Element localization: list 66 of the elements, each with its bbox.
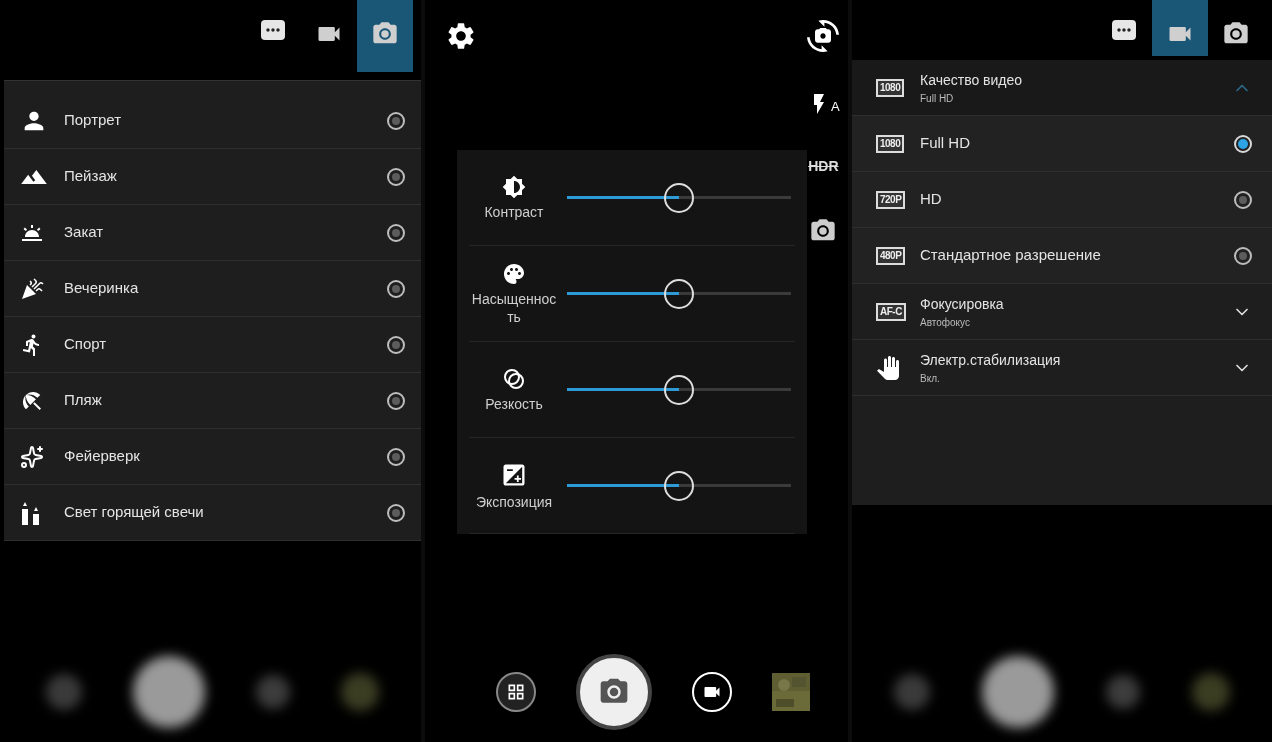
scene-label: Закат xyxy=(64,222,105,243)
radio-button[interactable] xyxy=(1234,246,1252,265)
slider-thumb[interactable] xyxy=(664,470,694,501)
blurred-control xyxy=(256,675,291,709)
resolution-badge: 1080 xyxy=(876,134,905,153)
radio-button[interactable] xyxy=(387,279,405,298)
blurred-control xyxy=(982,656,1054,728)
overlapping-circles-icon xyxy=(502,366,526,391)
option-label: Стандартное разрешение xyxy=(920,245,1102,266)
slider-label: Резкость xyxy=(484,394,544,413)
blurred-control xyxy=(1192,673,1230,711)
video-record-button[interactable] xyxy=(691,672,732,712)
slider-label: Контраст xyxy=(483,202,545,221)
radio-button[interactable] xyxy=(387,335,405,354)
slider-track[interactable] xyxy=(567,484,791,487)
radio-button[interactable] xyxy=(387,503,405,522)
scene-label: Свет горящей свечи xyxy=(64,502,205,523)
setting-title: Электр.стабилизация xyxy=(920,350,1062,370)
radio-button[interactable] xyxy=(1234,190,1252,209)
setting-title: Фокусировка xyxy=(920,294,1005,314)
radio-button[interactable] xyxy=(387,111,405,130)
blurred-control xyxy=(894,674,930,710)
radio-button[interactable] xyxy=(1234,134,1252,153)
slider-thumb[interactable] xyxy=(664,374,694,405)
radio-button[interactable] xyxy=(387,167,405,186)
scene-label: Портрет xyxy=(64,110,123,131)
slider-label: Насыщенность xyxy=(470,289,558,326)
blurred-control xyxy=(45,674,82,710)
radio-button[interactable] xyxy=(387,223,405,242)
resolution-badge: 720P xyxy=(876,190,906,209)
blurred-control xyxy=(1106,675,1140,709)
radio-button[interactable] xyxy=(387,391,405,410)
resolution-badge: 1080 xyxy=(876,78,905,97)
party-icon xyxy=(20,276,44,301)
blurred-control xyxy=(341,673,380,711)
candles-icon xyxy=(20,500,42,525)
resolution-badge: 480P xyxy=(876,246,906,265)
slider-label: Экспозиция xyxy=(474,492,554,511)
setting-value: Full HD xyxy=(920,91,955,106)
more-icon xyxy=(1112,20,1136,40)
slider-track[interactable] xyxy=(567,292,791,295)
radio-button[interactable] xyxy=(387,447,405,466)
scene-label: Пляж xyxy=(64,390,103,411)
scene-label: Спорт xyxy=(64,334,108,355)
option-label: Full HD xyxy=(920,133,971,154)
setting-value: Вкл. xyxy=(920,371,941,386)
scene-label: Фейерверк xyxy=(64,446,141,467)
flash-button[interactable]: A xyxy=(807,92,840,116)
hand-icon xyxy=(876,355,900,380)
slider-track[interactable] xyxy=(567,388,791,391)
switch-camera-icon[interactable] xyxy=(807,20,840,52)
option-label: HD xyxy=(920,189,943,210)
slider-thumb[interactable] xyxy=(664,182,694,213)
resolution-badge: AF-C xyxy=(876,302,906,321)
grid-button[interactable] xyxy=(495,672,536,712)
more-icon xyxy=(261,20,285,40)
scene-label: Вечеринка xyxy=(64,278,140,299)
setting-value: Автофокус xyxy=(920,315,971,330)
setting-title: Качество видео xyxy=(920,70,1024,90)
fireworks-icon xyxy=(20,444,44,469)
palette-icon xyxy=(502,261,526,286)
contrast-icon xyxy=(502,174,526,199)
slider-track[interactable] xyxy=(567,196,791,199)
slider-thumb[interactable] xyxy=(664,278,694,309)
scene-label: Пейзаж xyxy=(64,166,118,187)
hdr-button[interactable]: HDR xyxy=(808,156,839,177)
